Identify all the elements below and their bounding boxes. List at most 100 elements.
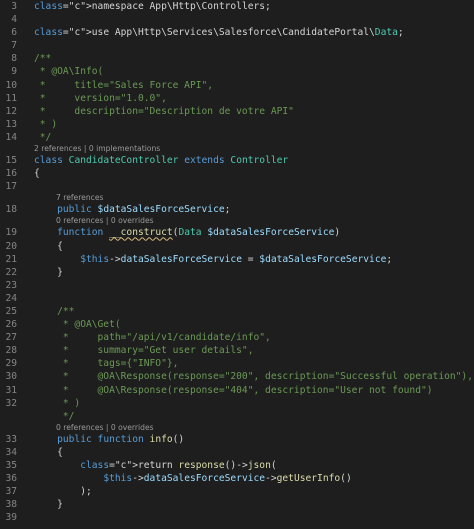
code-text[interactable]: * version="1.0.0", (34, 92, 167, 105)
line-number: 17 (5, 181, 17, 193)
code-line[interactable]: 20 { (0, 240, 474, 253)
code-line[interactable]: 8 /** (0, 52, 474, 65)
code-text[interactable]: * ) (34, 397, 80, 410)
codelens-text[interactable]: 0 references | 0 overrides (56, 423, 154, 433)
line-number: 26 (5, 319, 17, 331)
line-number: 4 (11, 14, 17, 26)
line-number: 11 (5, 92, 17, 104)
line-number: 22 (5, 266, 17, 278)
code-line[interactable]: 19 function __construct(Data $dataSalesF… (0, 226, 474, 239)
code-line[interactable]: 7 (0, 39, 474, 52)
code-text[interactable]: class="c">namespace App\Http\Controllers… (34, 0, 271, 13)
code-text[interactable]: * @OA\Response(response="200", descripti… (34, 370, 473, 383)
line-number: 34 (5, 446, 17, 458)
line-number: 21 (5, 253, 17, 265)
code-text[interactable]: * @OA\Response(response="404", descripti… (34, 384, 433, 397)
line-number: 12 (5, 105, 17, 117)
code-line[interactable]: 11 * version="1.0.0", (0, 92, 474, 105)
line-number: 35 (5, 460, 17, 471)
code-line[interactable]: 27 * path="/api/v1/candidate/info", (0, 331, 474, 344)
code-text[interactable]: { (34, 240, 63, 253)
code-line[interactable]: 22 } (0, 266, 474, 279)
code-line[interactable]: 18 public $dataSalesForceService; (0, 203, 474, 216)
code-line[interactable]: 10 * title="Sales Force API", (0, 79, 474, 92)
line-number: 15 (5, 155, 17, 167)
code-line[interactable]: 12 * description="Description de votre A… (0, 105, 474, 118)
code-text[interactable]: * @OA\Get( (34, 318, 121, 331)
code-text[interactable]: */ (34, 410, 75, 423)
code-text[interactable]: /** (34, 52, 51, 65)
code-text[interactable]: } (34, 266, 63, 279)
code-line[interactable]: 14 */ (0, 131, 474, 144)
codelens-references[interactable]: 7 references (0, 193, 474, 203)
codelens-references[interactable]: 0 references | 0 overrides (0, 423, 474, 433)
line-number: 24 (5, 292, 17, 304)
code-editor[interactable]: 3 class="c">namespace App\Http\Controller… (0, 0, 474, 529)
code-line[interactable]: 24 (0, 292, 474, 305)
code-line[interactable]: 32 * ) (0, 397, 474, 410)
code-text[interactable]: * description="Description de votre API" (34, 105, 294, 118)
code-line[interactable]: 28 * summary="Get user details", (0, 344, 474, 357)
code-text[interactable]: * ) (34, 118, 57, 131)
code-text[interactable]: class="c">return response()->json( (34, 459, 276, 472)
code-text[interactable]: */ (34, 131, 52, 144)
code-text[interactable]: * tags={"INFO"}, (34, 357, 179, 370)
code-text[interactable]: * title="Sales Force API", (34, 79, 213, 92)
line-number: 27 (5, 332, 17, 344)
line-number: 36 (5, 473, 17, 485)
code-line[interactable]: 37 ); (0, 485, 474, 498)
line-number: 9 (11, 66, 17, 78)
code-line[interactable]: 21 $this->dataSalesForceService = $dataS… (0, 253, 474, 266)
code-line[interactable]: 15 class CandidateController extends Cont… (0, 154, 474, 167)
code-line[interactable]: 26 * @OA\Get( (0, 318, 474, 331)
code-line[interactable]: 25 /** (0, 305, 474, 318)
code-line[interactable]: 3 class="c">namespace App\Http\Controller… (0, 0, 474, 13)
code-line[interactable]: 29 * tags={"INFO"}, (0, 357, 474, 370)
code-line[interactable]: 33 public function info() (0, 433, 474, 446)
line-number: 31 (5, 384, 17, 396)
code-line[interactable]: 30 * @OA\Response(response="200", descri… (0, 370, 474, 383)
code-text[interactable]: $this->dataSalesForceService = $dataSale… (34, 253, 392, 266)
line-number: 7 (11, 40, 17, 52)
code-line[interactable]: 13 * ) (0, 118, 474, 131)
code-text[interactable]: { (34, 446, 63, 459)
code-text[interactable]: class CandidateController extends Contro… (34, 154, 288, 167)
code-text[interactable]: } (34, 498, 63, 511)
code-text[interactable]: * @OA\Info( (34, 65, 104, 78)
line-number: 8 (11, 53, 17, 65)
code-text[interactable]: /** (34, 305, 74, 318)
code-line[interactable]: 23 (0, 279, 474, 292)
code-line[interactable]: 38 } (0, 498, 474, 511)
code-text[interactable]: * path="/api/v1/candidate/info", (34, 331, 271, 344)
codelens-text[interactable]: 2 references | 0 implementations (34, 144, 160, 154)
codelens-references[interactable]: 2 references | 0 implementations (0, 144, 474, 154)
code-line[interactable]: 35 class="c">return response()->json( (0, 459, 474, 472)
code-line[interactable]: 9 * @OA\Info( (0, 65, 474, 78)
code-line[interactable]: 34 { (0, 446, 474, 459)
codelens-references[interactable]: 0 references | 0 overrides (0, 216, 474, 226)
line-number: 37 (5, 486, 17, 498)
codelens-text[interactable]: 0 references | 0 overrides (56, 216, 154, 226)
line-number: 13 (5, 118, 17, 130)
code-text[interactable]: class="c">use App\Http\Services\Salesfor… (34, 26, 404, 39)
codelens-text[interactable]: 7 references (56, 193, 103, 203)
code-text[interactable]: ); (34, 485, 92, 498)
code-text[interactable]: { (34, 167, 40, 180)
code-line[interactable]: 31 * @OA\Response(response="404", descri… (0, 384, 474, 397)
line-number: 33 (5, 433, 17, 445)
code-line[interactable]: 36 $this->dataSalesForceService->getUser… (0, 472, 474, 485)
code-text[interactable]: public $dataSalesForceService; (34, 203, 230, 216)
code-text[interactable]: $this->dataSalesForceService->getUserInf… (34, 472, 351, 485)
code-text[interactable]: public function info() (34, 433, 184, 446)
code-line[interactable]: 39 (0, 511, 474, 524)
code-line[interactable]: 16 { (0, 167, 474, 180)
code-line[interactable]: */ (0, 410, 474, 423)
code-text[interactable]: * summary="Get user details", (34, 344, 254, 357)
line-number: 10 (5, 79, 17, 91)
code-line[interactable]: 17 (0, 180, 474, 193)
code-line[interactable]: 4 (0, 13, 474, 26)
line-number: 20 (5, 240, 17, 252)
line-number: 6 (11, 27, 17, 39)
code-line[interactable]: 6 class="c">use App\Http\Services\Salesfo… (0, 26, 474, 39)
code-text[interactable]: function __construct(Data $dataSalesForc… (34, 226, 340, 239)
